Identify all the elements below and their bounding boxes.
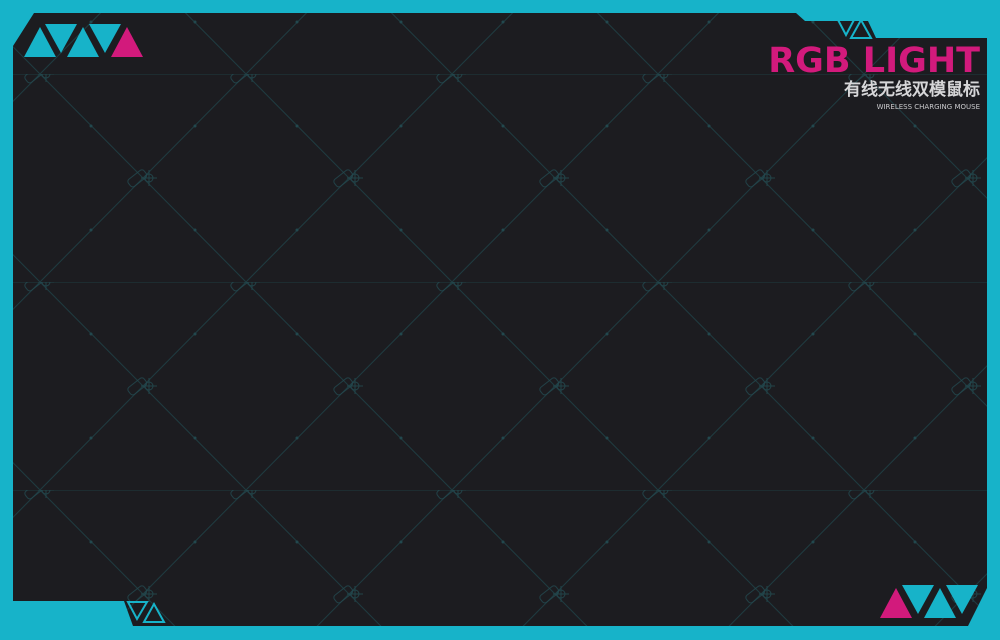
product-subtitle-en: WIRELESS CHARGING MOUSE — [876, 103, 980, 111]
product-title: RGB LIGHT — [768, 41, 980, 81]
product-subtitle-cn: 有线无线双模鼠标 — [844, 80, 980, 100]
product-title-block: RGB LIGHT 有线无线双模鼠标 WIRELESS CHARGING MOU… — [768, 42, 980, 112]
